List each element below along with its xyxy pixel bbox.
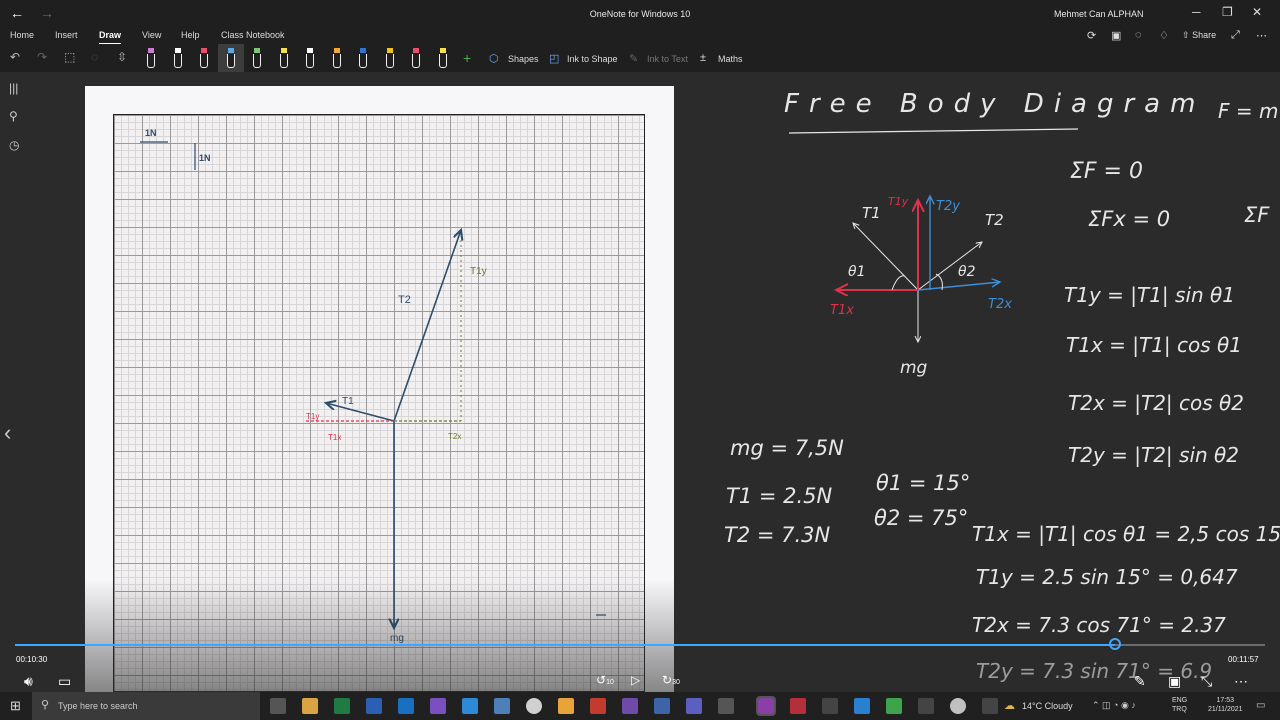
clock[interactable]: 17:53 21/11/2021 [1208, 696, 1243, 714]
taskbar-search[interactable]: ⚲ Type here to search [32, 692, 260, 720]
vscode-icon[interactable] [462, 698, 478, 714]
formula-t1y: T1y = |T1| sin θ1 [1064, 283, 1235, 307]
skip-forward-button[interactable]: ↻30 [662, 673, 680, 687]
duration: 00:11:57 [1228, 655, 1259, 664]
clock-date: 21/11/2021 [1208, 706, 1243, 713]
sketch-label-t2: T2 [985, 211, 1004, 229]
app-green-icon[interactable] [886, 698, 902, 714]
app-icon[interactable] [494, 698, 510, 714]
lang-bottom: TRQ [1172, 706, 1187, 713]
excel-icon[interactable] [334, 698, 350, 714]
vector-t2 [393, 230, 461, 422]
clock-time: 17:53 [1216, 697, 1235, 704]
exit-fullscreen-icon[interactable]: ⤡ [1201, 673, 1212, 690]
teams-icon[interactable] [686, 698, 702, 714]
more-options-icon[interactable]: ⋯ [1234, 673, 1248, 690]
file-explorer-icon[interactable] [302, 698, 318, 714]
skip-back-label: 10 [606, 679, 614, 686]
sketch-label-t1x: T1x [830, 303, 854, 318]
label-t2y: T1y [470, 266, 487, 277]
lang-top: ENG [1172, 697, 1188, 704]
vector-t1 [326, 403, 395, 422]
formula-t1x: T1x = |T1| cos θ1 [1066, 333, 1242, 357]
notes-title: Free Body Diagram [784, 89, 1205, 119]
app-purple-icon[interactable] [622, 698, 638, 714]
title-underline [788, 128, 1079, 134]
sketch-label-theta2: θ2 [958, 264, 976, 280]
label-t1: T1 [342, 396, 354, 407]
calc-t2x: T2x = 7.3 cos 71° = 2.37 [972, 613, 1226, 637]
skip-forward-label: 30 [672, 679, 680, 686]
word-icon[interactable] [366, 698, 382, 714]
app-gray-icon[interactable] [822, 698, 838, 714]
app-light-icon[interactable] [950, 698, 966, 714]
skip-back-icon: ↺ [596, 673, 607, 687]
notification-icon[interactable]: ▭ [1256, 700, 1265, 711]
app-azure-icon[interactable] [854, 698, 870, 714]
given-mg: mg = 7,5N [730, 436, 844, 460]
pen-icon[interactable]: ✎ [1134, 673, 1146, 690]
skip-back-button[interactable]: ↺10 [596, 673, 614, 687]
sketch-label-theta1: θ1 [848, 264, 865, 280]
given-theta2: θ2 = 75° [874, 506, 968, 530]
scale-label-horizontal: 1N [145, 128, 157, 138]
label-t2x: T2x [448, 432, 461, 441]
taskbar-search-placeholder: Type here to search [58, 701, 138, 711]
angle-arc-1 [891, 275, 906, 291]
sketch-label-t1: T1 [862, 204, 881, 222]
page-vector-diagram: 1N 1N T2 T1 T1y T2x T1y T1x mg [140, 128, 606, 644]
sketch-label-mg: mg [900, 358, 928, 378]
tray-icons[interactable]: ⌃ ◫ ◔ ◉ ♪ [1092, 700, 1136, 711]
sketch-label-t2y: T2y [936, 199, 960, 214]
scale-label-vertical: 1N [199, 153, 211, 163]
app-red-icon[interactable] [590, 698, 606, 714]
search-icon: ⚲ [41, 699, 50, 711]
note-sum-partial: ΣF [1244, 203, 1270, 227]
chrome-icon[interactable] [526, 698, 542, 714]
volume-icon[interactable]: 🔊︎ [24, 673, 33, 690]
windows-start-icon[interactable]: ⊞ [10, 698, 21, 714]
formula-t2x: T2x = |T2| cos θ2 [1068, 391, 1244, 415]
visual-studio-icon[interactable] [430, 698, 446, 714]
app-rose-icon[interactable] [790, 698, 806, 714]
note-corner-formula: F = m [1218, 99, 1278, 123]
handwritten-notes: Free Body Diagram F = m ΣF = 0 ΣFx = 0 Σ… [724, 89, 1280, 683]
theater-mode-icon[interactable]: ▣ [1168, 673, 1181, 690]
calc-t1y: T1y = 2.5 sin 15° = 0,647 [976, 565, 1238, 589]
label-t1x: T1x [328, 433, 341, 442]
current-time: 00:10:30 [16, 655, 48, 664]
given-t2: T2 = 7.3N [724, 523, 831, 547]
app-dark-icon[interactable] [718, 698, 734, 714]
weather-text[interactable]: 14°C Cloudy [1022, 701, 1073, 711]
progress-fill [15, 644, 1115, 646]
app-gray2-icon[interactable] [918, 698, 934, 714]
given-t1: T1 = 2.5N [726, 484, 833, 508]
sketch-label-t1y: T1y [888, 195, 909, 208]
app-blue-icon[interactable] [654, 698, 670, 714]
progress-bar[interactable] [15, 638, 1265, 650]
captions-icon[interactable]: ▭ [58, 673, 71, 690]
firefox-icon[interactable] [558, 698, 574, 714]
note-sum-x: ΣFx = 0 [1088, 207, 1170, 231]
windows-taskbar: ⊞ ⚲ Type here to search ☁ 14°C Cloudy ⌃ … [0, 692, 1280, 720]
language-indicator[interactable]: ENG TRQ [1172, 696, 1187, 714]
outlook-icon[interactable] [398, 698, 414, 714]
player-overlay-gradient [85, 580, 674, 692]
task-view-icon[interactable] [270, 698, 286, 714]
play-icon[interactable]: ▷ [631, 673, 640, 687]
skip-forward-icon: ↻ [662, 673, 673, 687]
label-t1y: T1y [306, 412, 319, 421]
onenote-icon[interactable] [756, 696, 776, 716]
note-equilibrium: ΣF = 0 [1070, 159, 1143, 184]
sketch-label-t2x: T2x [988, 297, 1012, 312]
app-gray3-icon[interactable] [982, 698, 998, 714]
formula-t2y: T2y = |T2| sin θ2 [1068, 443, 1239, 467]
progress-knob[interactable] [1109, 638, 1121, 650]
weather-icon: ☁ [1004, 700, 1015, 712]
given-theta1: θ1 = 15° [876, 471, 970, 495]
calc-t1x: T1x = |T1| cos θ1 = 2,5 cos 15° [972, 522, 1280, 546]
label-t2: T2 [398, 294, 411, 306]
